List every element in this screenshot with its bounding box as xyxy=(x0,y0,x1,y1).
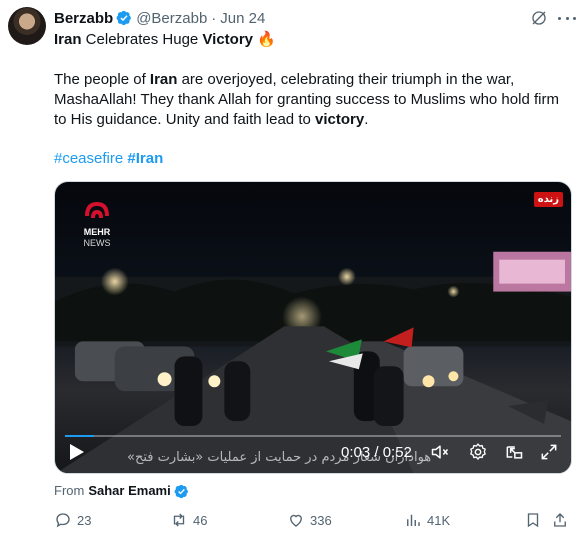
action-bar: 23 46 336 41K xyxy=(54,511,576,533)
like-count: 336 xyxy=(310,512,332,528)
source-verified-badge-icon xyxy=(174,484,188,498)
time-display: 0:03 / 0:52 xyxy=(341,444,412,461)
video-player[interactable]: MEHR NEWS زنده هواداران شعار مردم در حما… xyxy=(54,181,572,474)
like-button[interactable]: 336 xyxy=(287,511,332,529)
progress-bar[interactable] xyxy=(65,435,561,437)
play-icon[interactable] xyxy=(69,443,85,461)
logo-text-news: NEWS xyxy=(84,238,111,248)
hashtag-ceasefire[interactable]: #ceasefire xyxy=(54,150,123,167)
share-icon xyxy=(554,513,566,527)
settings-icon[interactable] xyxy=(468,442,488,462)
like-icon xyxy=(290,514,302,527)
mehr-news-logo: MEHR NEWS xyxy=(84,202,111,248)
attribution: From Sahar Emami xyxy=(54,483,193,499)
author-name[interactable]: Berzabb xyxy=(54,10,113,27)
repost-button[interactable]: 46 xyxy=(170,511,207,529)
share-button[interactable] xyxy=(551,511,574,529)
title-bold-victory: Victory xyxy=(202,31,254,48)
pip-icon[interactable] xyxy=(504,442,524,462)
post-date[interactable]: Jun 24 xyxy=(220,10,265,27)
logo-text-mehr: MEHR xyxy=(84,227,111,237)
title-bold-iran: Iran xyxy=(54,31,82,48)
verified-badge-icon xyxy=(116,10,132,26)
fire-emoji: 🔥 xyxy=(257,31,276,48)
body-text-3: . xyxy=(364,111,369,128)
title-middle: Celebrates Huge xyxy=(81,31,203,48)
more-icon[interactable] xyxy=(558,9,576,27)
author-handle[interactable]: @Berzabb xyxy=(136,10,207,27)
body-bold-victory: victory xyxy=(315,111,365,128)
live-badge: زنده xyxy=(533,192,563,207)
author-avatar[interactable] xyxy=(8,7,46,45)
progress-fill xyxy=(65,435,94,437)
post-body: The people of Iran are overjoyed, celebr… xyxy=(54,70,574,130)
post-header: Berzabb @Berzabb · Jun 24 xyxy=(54,8,546,28)
bookmark-button[interactable] xyxy=(524,511,547,529)
post-title: Iran Celebrates Huge Victory 🔥 xyxy=(54,30,276,50)
reply-count: 23 xyxy=(77,512,92,528)
repost-icon xyxy=(173,513,185,527)
video-controls: 0:03 / 0:52 xyxy=(55,431,571,473)
volume-muted-icon[interactable] xyxy=(430,442,450,462)
fullscreen-icon[interactable] xyxy=(539,442,559,462)
views-count: 41K xyxy=(427,512,451,528)
bookmark-icon xyxy=(527,513,539,528)
attribution-prefix: From xyxy=(54,483,85,498)
body-bold-iran: Iran xyxy=(149,71,178,88)
reply-button[interactable]: 23 xyxy=(54,511,91,529)
separator-dot: · xyxy=(211,9,217,27)
views-icon xyxy=(407,514,420,526)
reply-icon xyxy=(56,513,70,528)
views-button[interactable]: 41K xyxy=(404,511,450,529)
body-text-1: The people of xyxy=(54,71,150,88)
repost-count: 46 xyxy=(193,512,208,528)
hashtag-iran[interactable]: #Iran xyxy=(127,150,163,167)
attribution-source[interactable]: Sahar Emami xyxy=(88,483,170,499)
grok-icon[interactable] xyxy=(530,9,548,27)
hashtags: #ceasefire #Iran xyxy=(54,149,163,169)
